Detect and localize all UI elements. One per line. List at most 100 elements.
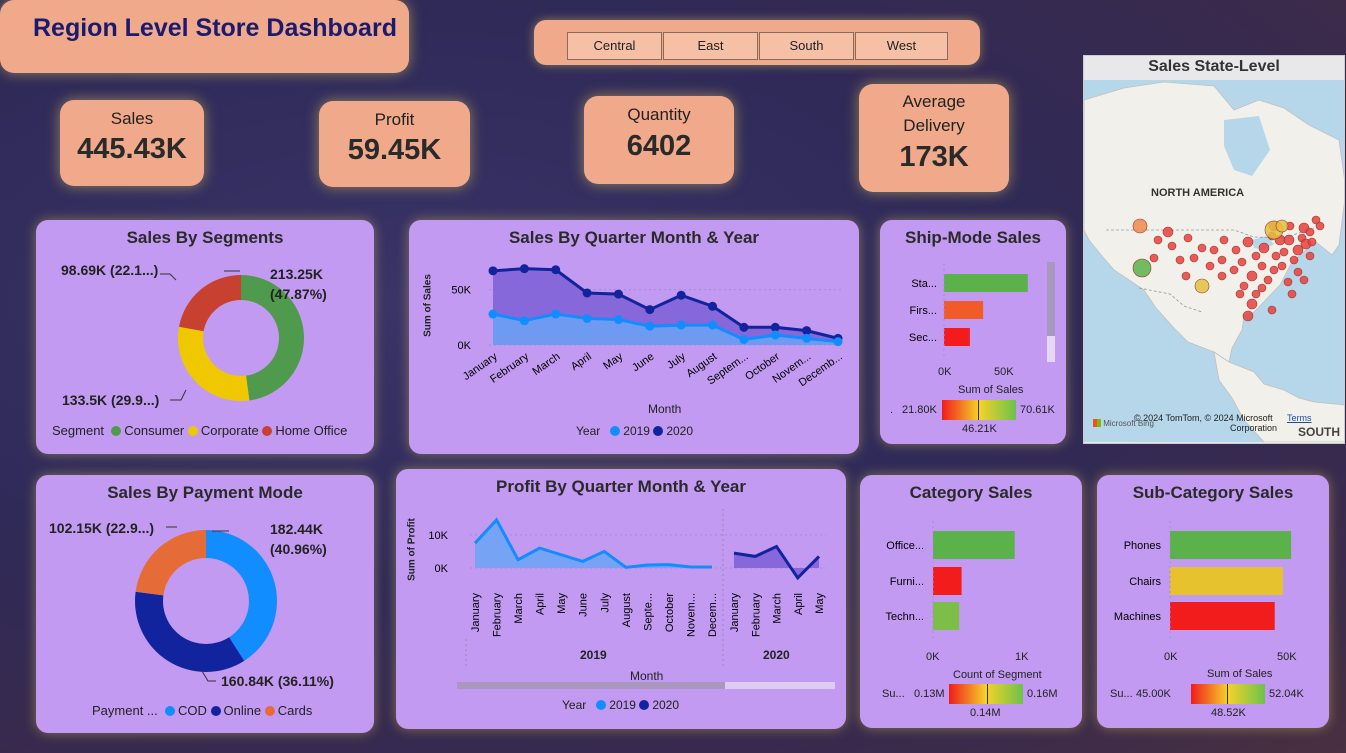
map-state-bubble bbox=[1289, 255, 1299, 265]
subcategory-gradient-marker bbox=[1227, 684, 1228, 704]
region-button-central[interactable]: Central bbox=[567, 32, 662, 60]
profit-month-label: August bbox=[621, 593, 633, 627]
map-state-bubble bbox=[1251, 251, 1261, 261]
sales-month-label: April bbox=[569, 351, 594, 373]
kpi-card-quantity: Quantity 6402 bbox=[584, 96, 734, 184]
slice-cards bbox=[135, 530, 206, 596]
subcategory-category-label: Chairs bbox=[1129, 576, 1161, 588]
profit-month-label: January bbox=[470, 593, 482, 633]
region-button-east[interactable]: East bbox=[663, 32, 758, 60]
category-gradient-mid: 0.14M bbox=[970, 707, 1001, 719]
legend-online[interactable]: Online bbox=[224, 703, 262, 718]
profit-legend-2019[interactable]: 2019 bbox=[609, 698, 636, 712]
sales-legend-2020[interactable]: 2020 bbox=[666, 424, 693, 438]
ship-gradient-mid: 46.21K bbox=[962, 423, 997, 435]
map-state-bubble bbox=[1242, 236, 1254, 248]
category-category-label: Techn... bbox=[885, 611, 924, 623]
sales-qm-xlabel: Month bbox=[648, 402, 682, 416]
sales-point-2019 bbox=[645, 321, 655, 331]
ship-panel: Ship-Mode Sales Sta... Firs... Sec... 0K 5… bbox=[880, 220, 1066, 444]
kpi-card-sales: Sales 445.43K bbox=[60, 100, 204, 186]
sales-qm-legend-title: Year bbox=[576, 424, 601, 438]
legend-cod-swatch bbox=[164, 706, 175, 716]
map-state-bubble bbox=[1257, 283, 1267, 293]
profit-legend-2020[interactable]: 2020 bbox=[652, 698, 679, 712]
profit-month-label: Septe... bbox=[642, 593, 654, 631]
sales-point-2020 bbox=[582, 288, 592, 298]
profit-qm-xlabel: Month bbox=[630, 669, 664, 683]
payment-label-cod-2: (40.96%) bbox=[270, 541, 327, 557]
map-state-bubble bbox=[1271, 251, 1281, 261]
map-state-bubble bbox=[1315, 221, 1325, 231]
ship-bar bbox=[944, 301, 984, 319]
sales-ytick: 50K bbox=[451, 285, 471, 297]
profit-qm-scrollbar[interactable] bbox=[457, 682, 835, 689]
map-state-bubble bbox=[1287, 289, 1297, 299]
category-gradient-prefix: Su... bbox=[882, 688, 905, 700]
subcategory-axis-title: Sum of Sales bbox=[1207, 668, 1273, 680]
region-button-west[interactable]: West bbox=[855, 32, 948, 60]
category-bar bbox=[933, 531, 1015, 559]
map-state-bubble bbox=[1267, 305, 1277, 315]
sales-point-2019 bbox=[613, 315, 623, 325]
legend-home-office[interactable]: Home Office bbox=[275, 423, 347, 438]
profit-month-label: March bbox=[513, 593, 525, 624]
map-state-bubble bbox=[1237, 257, 1247, 267]
legend-corporate-swatch bbox=[187, 426, 198, 436]
profit-month-label: March bbox=[772, 593, 784, 624]
map-canvas[interactable]: NORTH AMERICA bbox=[1084, 80, 1345, 442]
map-terms[interactable]: Terms bbox=[1287, 413, 1312, 423]
ship-category-label: Sec... bbox=[909, 332, 937, 344]
payment-legend: Payment ... COD Online Cards bbox=[92, 703, 312, 718]
profit-legend-2019-swatch bbox=[596, 700, 607, 710]
ship-bar bbox=[944, 328, 970, 346]
sales-point-2020 bbox=[551, 265, 561, 275]
region-slicer: Central East South West bbox=[534, 20, 980, 65]
category-gradient-marker bbox=[987, 684, 988, 704]
subcategory-bar bbox=[1170, 531, 1292, 559]
legend-home-office-swatch bbox=[262, 426, 273, 436]
map-state-bubble bbox=[1275, 219, 1289, 233]
map-state-bubble bbox=[1283, 277, 1293, 287]
legend-cards[interactable]: Cards bbox=[278, 703, 313, 718]
legend-corporate[interactable]: Corporate bbox=[201, 423, 259, 438]
legend-consumer[interactable]: Consumer bbox=[124, 423, 184, 438]
category-gradient-min: 0.13M bbox=[914, 688, 945, 700]
map-state-bubble bbox=[1246, 270, 1258, 282]
map-state-bubble bbox=[1305, 227, 1315, 237]
profit-month-label: June bbox=[578, 593, 590, 617]
profit-qm-scrollbar-thumb[interactable] bbox=[457, 682, 725, 689]
category-axis-title: Count of Segment bbox=[953, 669, 1042, 681]
legend-online-swatch bbox=[210, 706, 221, 716]
map-state-bubble bbox=[1153, 235, 1163, 245]
profit-month-label: Novem... bbox=[685, 593, 697, 637]
profit-month-label: February bbox=[492, 593, 504, 638]
profit-qm-legend: Year 2019 2020 bbox=[562, 698, 679, 712]
map-state-bubble bbox=[1183, 233, 1193, 243]
profit-month-label: May bbox=[814, 593, 826, 614]
category-panel: Category Sales Office... Furni... Techn...… bbox=[860, 475, 1082, 728]
ship-scrollbar-thumb[interactable] bbox=[1047, 262, 1055, 336]
sales-month-label: June bbox=[630, 351, 656, 375]
kpi-profit-label: Profit bbox=[374, 110, 415, 129]
sales-qm-chart: 50K0KJanuaryFebruary March April May June Jul… bbox=[451, 264, 845, 389]
map-state-bubble bbox=[1242, 310, 1254, 322]
map-state-bubble bbox=[1269, 265, 1279, 275]
map-state-bubble bbox=[1219, 235, 1229, 245]
subcategory-panel: Sub-Category Sales Phones Chairs Machines … bbox=[1097, 475, 1329, 728]
profit-month-label: May bbox=[556, 593, 568, 614]
map-state-bubble bbox=[1181, 271, 1191, 281]
map-state-bubble bbox=[1217, 255, 1227, 265]
sales-point-2019 bbox=[739, 334, 749, 344]
subcategory-category-label: Machines bbox=[1114, 611, 1162, 623]
ship-scrollbar[interactable] bbox=[1047, 262, 1055, 362]
sales-point-2020 bbox=[645, 305, 655, 315]
map-state-bubble bbox=[1305, 251, 1315, 261]
subcategory-bar bbox=[1170, 602, 1275, 630]
kpi-delivery-value: 173K bbox=[899, 141, 969, 173]
profit-year-2019: 2019 bbox=[580, 648, 607, 662]
region-button-south[interactable]: South bbox=[759, 32, 854, 60]
subcategory-tick-1: 50K bbox=[1277, 651, 1297, 663]
legend-cod[interactable]: COD bbox=[178, 703, 207, 718]
sales-legend-2019[interactable]: 2019 bbox=[623, 424, 650, 438]
